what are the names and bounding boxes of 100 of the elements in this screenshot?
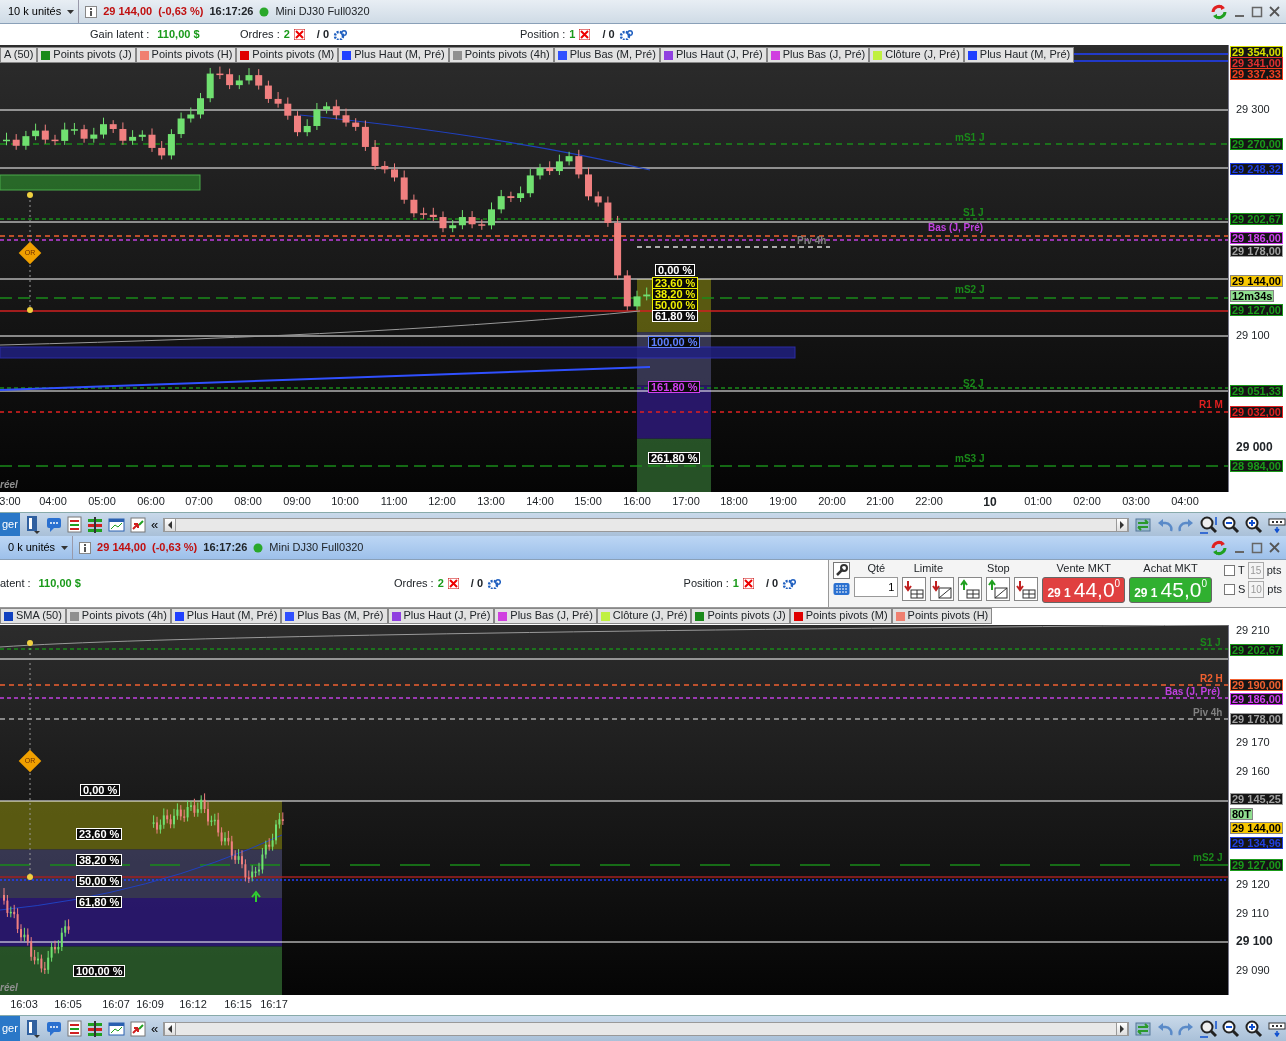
time-label: 02:00 (1073, 495, 1101, 509)
legend-item[interactable]: SMA (50) (0, 608, 66, 624)
quantity-field[interactable]: 1 (854, 577, 899, 598)
time-label: 16:12 (179, 998, 207, 1012)
legend-item[interactable]: Clôture (J, Pré) (869, 47, 964, 63)
legend-item[interactable]: Points pivots (4h) (65, 608, 171, 624)
legend-item[interactable]: A (50) (0, 47, 38, 63)
legend-item[interactable]: Points pivots (J) (691, 608, 790, 624)
level-label: mS1 J (955, 132, 985, 143)
level-label: S1 J (963, 207, 984, 218)
level-label: mS2 J (955, 284, 985, 295)
axis-label: 29 160 (1236, 765, 1270, 779)
time-label: 17:00 (672, 495, 700, 509)
level-label: R1 M (1199, 399, 1223, 410)
sell-label: Vente MKT (1056, 562, 1111, 576)
fibonacci-label: 261,80 % (648, 452, 701, 464)
time-label: 12:00 (428, 495, 456, 509)
count-text: 2 (283, 27, 290, 42)
collapse-button[interactable]: « (150, 1020, 159, 1037)
fibonacci-label: 0,00 % (80, 784, 121, 796)
fibonacci-label: 61,80 % (76, 896, 123, 908)
price-tag: 29 051,33 (1230, 385, 1283, 397)
time-label: 05:00 (88, 495, 116, 509)
legend-item[interactable]: Plus Bas (M, Pré) (281, 608, 388, 624)
legend-item[interactable]: Plus Haut (M, Pré) (170, 608, 282, 624)
gain-label: atent : (0, 576, 31, 591)
unit-label: pts (1266, 563, 1282, 578)
legend-item[interactable]: Plus Haut (M, Pré) (963, 47, 1075, 63)
legend-item[interactable]: Points pivots (H) (891, 608, 993, 624)
time-label: 18:00 (720, 495, 748, 509)
legend-item[interactable]: Clôture (J, Pré) (596, 608, 692, 624)
legend-item[interactable]: Plus Bas (J, Pré) (494, 608, 597, 624)
price-tag: 29 186,00 (1230, 693, 1283, 705)
time-label: 20:00 (818, 495, 846, 509)
level-label: Piv 4h (797, 235, 827, 246)
time-label: 16:05 (54, 998, 82, 1012)
price-tag: 29 032,00 (1230, 406, 1283, 418)
limit-label: Limite (913, 562, 944, 576)
price-tag: 29 354,00 (1230, 46, 1283, 58)
legend-item[interactable]: Points pivots (4h) (448, 47, 554, 63)
price-tag: 29 341,00 (1230, 57, 1283, 69)
price-tag: 29 127,00 (1230, 859, 1283, 871)
gain-label: Gain latent : (90, 27, 150, 42)
fibonacci-label: 23,60 % (76, 828, 123, 840)
position-label: Position : (520, 27, 566, 42)
legend-item[interactable]: Points pivots (J) (37, 47, 136, 63)
legend-item[interactable]: Points pivots (M) (789, 608, 892, 624)
legend-item[interactable]: Plus Haut (J, Pré) (659, 47, 767, 63)
axis-label: 29 090 (1236, 964, 1270, 978)
level-label: S1 J (1200, 637, 1221, 648)
time-label: 10 (983, 495, 997, 510)
level-label: R2 H (1200, 673, 1223, 684)
legend-item[interactable]: Plus Haut (M, Pré) (338, 47, 449, 63)
time-label: 16:15 (224, 998, 252, 1012)
time-label: 04:00 (39, 495, 67, 509)
orders-label: Ordres : (393, 576, 434, 591)
legend-item[interactable]: Points pivots (H) (135, 47, 237, 63)
orders-label: Ordres : (240, 27, 280, 42)
time-label: 16:07 (102, 998, 130, 1012)
time-label: 14:00 (526, 495, 554, 509)
level-label: Piv 4h (1193, 707, 1223, 718)
fibonacci-label: 50,00 % (76, 875, 123, 887)
collapse-button[interactable]: « (150, 516, 159, 533)
time-label: 22:00 (915, 495, 943, 509)
price-tag: 29 186,00 (1230, 232, 1283, 244)
price-tag: 29 190,00 (1230, 679, 1283, 691)
option-label: S (1237, 582, 1246, 597)
level-label: S2 J (963, 378, 984, 389)
time-label: 10:00 (331, 495, 359, 509)
price-tag: 28 984,00 (1230, 460, 1283, 472)
legend-item[interactable]: Points pivots (M) (236, 47, 339, 63)
price-tag: 29 248,32 (1230, 163, 1283, 175)
current-price-tag: 29 144,00 (1230, 822, 1283, 834)
time-label: 08:00 (234, 495, 262, 509)
level-label: réel (0, 982, 18, 993)
time-label: 15:00 (574, 495, 602, 509)
legend-item[interactable]: Plus Bas (J, Pré) (766, 47, 870, 63)
legend-item[interactable]: Plus Bas (M, Pré) (553, 47, 660, 63)
level-label: Bas (J, Pré) (928, 222, 984, 233)
level-label: réel (0, 479, 18, 490)
legend-item[interactable]: Plus Haut (J, Pré) (387, 608, 495, 624)
time-label: 3:00 (0, 495, 21, 509)
time-label: 16:09 (136, 998, 164, 1012)
price-tag: 29 127,00 (1230, 304, 1283, 316)
units-dropdown[interactable]: 10 k unités (0, 0, 80, 23)
tab-label[interactable]: ger (0, 1016, 20, 1041)
instrument-name: Mini DJ30 Full0320 (269, 540, 364, 555)
price-tag: 29 202,67 (1230, 644, 1283, 656)
time-label: 03:00 (1122, 495, 1150, 509)
count-text: 2 (437, 576, 444, 591)
axis-label: 29 170 (1236, 736, 1270, 750)
fibonacci-label: 50,00 % (652, 299, 699, 311)
pending-count: / 0 (765, 576, 779, 591)
time-label: 19:00 (769, 495, 797, 509)
units-dropdown[interactable]: 0 k unités (0, 536, 74, 559)
pending-count: / 0 (316, 27, 330, 42)
current-price-tag: 29 144,00 (1230, 275, 1283, 287)
tab-label[interactable]: ger (0, 513, 20, 536)
time-label: 04:00 (1171, 495, 1199, 509)
price-tag: 29 145,25 (1230, 793, 1283, 805)
